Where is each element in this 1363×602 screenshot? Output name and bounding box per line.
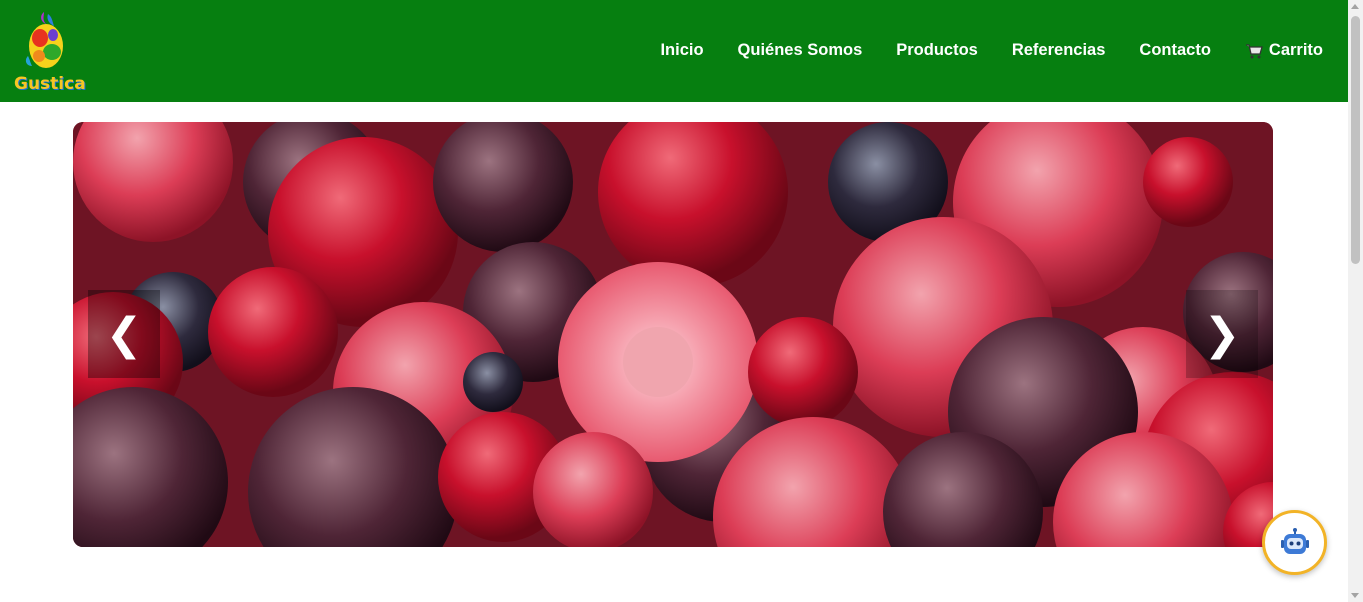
page-scrollbar[interactable] <box>1348 0 1363 602</box>
nav-link-productos[interactable]: Productos <box>896 41 978 60</box>
cart-icon <box>1245 43 1263 59</box>
nav-link-carrito[interactable]: Carrito <box>1245 41 1323 60</box>
logo-icon <box>25 12 63 68</box>
nav-link-carrito-label: Carrito <box>1268 41 1323 59</box>
brand-logo[interactable]: Gustica <box>6 8 86 94</box>
hero-carousel: ❮ ❯ <box>73 122 1273 547</box>
scroll-down-arrow-icon[interactable] <box>1351 593 1359 598</box>
chatbot-button[interactable] <box>1262 510 1327 575</box>
chevron-right-icon: ❯ <box>1203 308 1241 360</box>
nav-link-contacto[interactable]: Contacto <box>1139 41 1211 60</box>
frozen-berries-image <box>73 122 1273 547</box>
robot-icon <box>1280 527 1309 554</box>
main-nav: Inicio Quiénes Somos Productos Referenci… <box>626 41 1323 60</box>
brand-name: Gustica <box>14 74 86 94</box>
chevron-left-icon: ❮ <box>105 308 143 360</box>
carousel-prev-button[interactable]: ❮ <box>88 290 160 378</box>
nav-link-inicio[interactable]: Inicio <box>660 41 703 60</box>
nav-link-quienes-somos[interactable]: Quiénes Somos <box>738 41 863 60</box>
carousel-next-button[interactable]: ❯ <box>1186 290 1258 378</box>
scrollbar-thumb[interactable] <box>1351 16 1360 264</box>
nav-link-referencias[interactable]: Referencias <box>1012 41 1106 60</box>
scroll-up-arrow-icon[interactable] <box>1351 4 1359 9</box>
navbar: Gustica Inicio Quiénes Somos Productos R… <box>0 0 1348 102</box>
